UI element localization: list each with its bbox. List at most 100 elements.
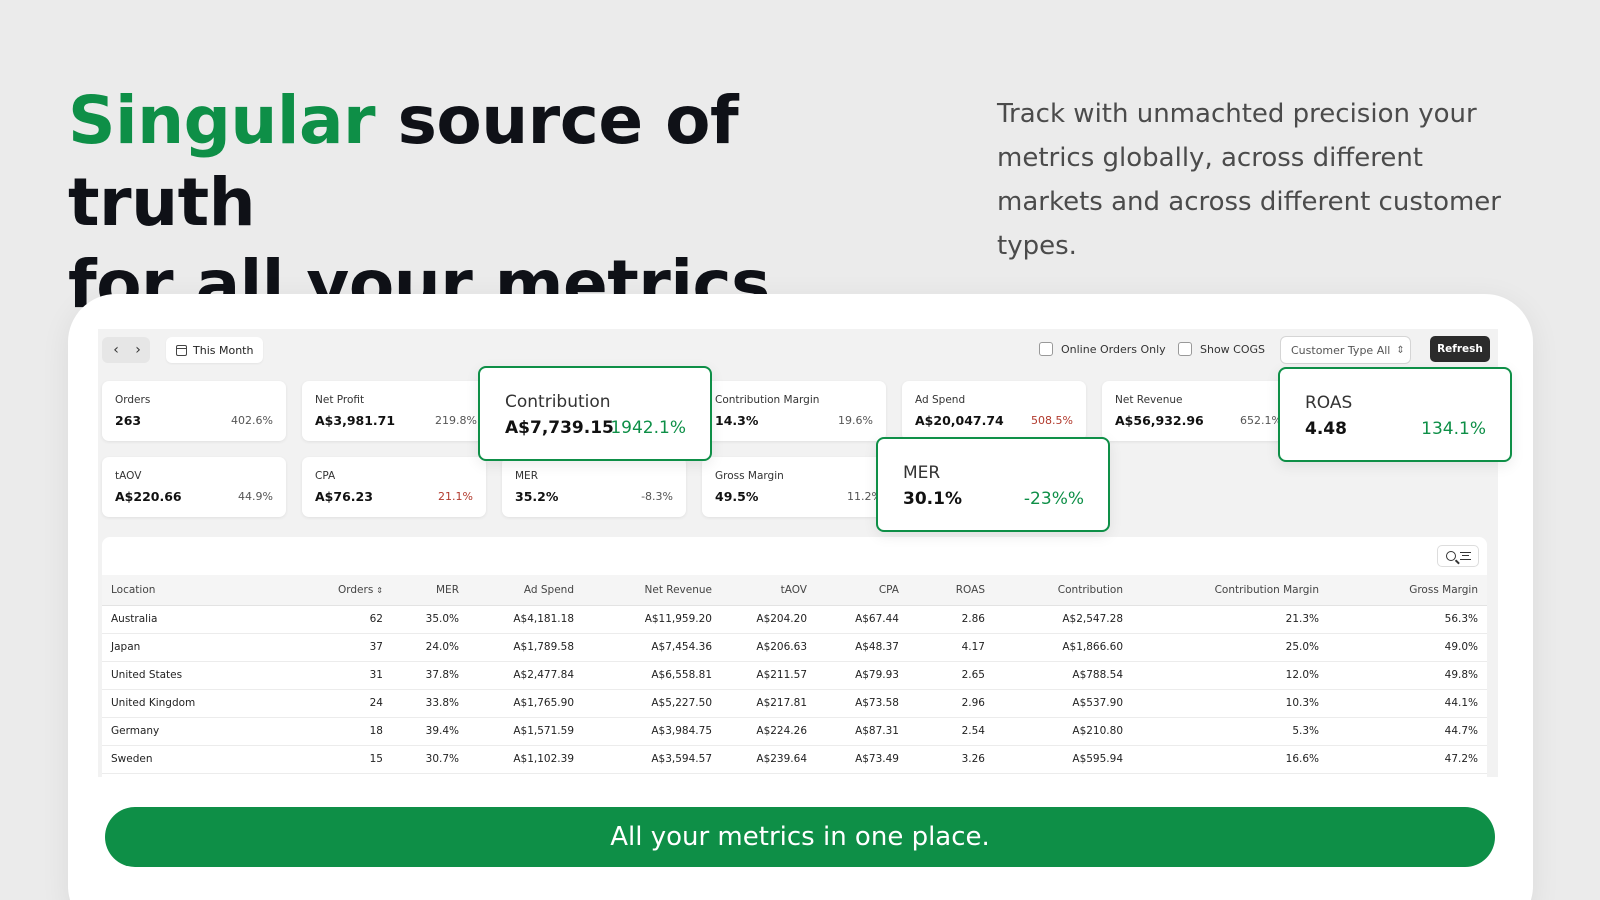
- metric-label: MER: [515, 470, 538, 482]
- column-header-contribution[interactable]: Contribution: [994, 575, 1132, 606]
- table-cell: A$6,558.81: [583, 661, 721, 690]
- column-header-cpa[interactable]: CPA: [816, 575, 908, 606]
- table-cell: 44.1%: [1328, 689, 1487, 718]
- column-header-location[interactable]: Location: [102, 575, 282, 606]
- table-cell: 4.17: [908, 633, 994, 662]
- table-row[interactable]: Australia 62 35.0% A$4,181.18 A$11,959.20 A$2…: [102, 605, 1487, 634]
- table-cell: 33.8%: [392, 689, 468, 718]
- table-search-filter-button[interactable]: [1437, 545, 1479, 567]
- metric-value: A$76.23: [315, 489, 373, 504]
- column-header-orders-label: Orders: [337, 583, 374, 596]
- table-cell: 5.3%: [1132, 717, 1328, 746]
- table-cell: A$204.20: [721, 605, 816, 634]
- column-header-roas[interactable]: ROAS: [908, 575, 994, 606]
- online-orders-toggle[interactable]: Online Orders Only: [1039, 342, 1166, 356]
- metric-delta: 652.1%: [1240, 414, 1282, 427]
- column-header-contribution-margin[interactable]: Contribution Margin: [1132, 575, 1328, 606]
- table-cell: Germany: [102, 717, 282, 746]
- refresh-button[interactable]: Refresh: [1430, 336, 1490, 362]
- column-header-net-revenue[interactable]: Net Revenue: [583, 575, 721, 606]
- table-cell: 25.0%: [1132, 633, 1328, 662]
- table-cell: A$7,454.36: [583, 633, 721, 662]
- highlight-delta: 1942.1%: [610, 418, 686, 438]
- online-orders-label: Online Orders Only: [1061, 342, 1166, 356]
- table-cell: 49.8%: [1328, 661, 1487, 690]
- calendar-icon: [176, 344, 187, 356]
- column-header-orders[interactable]: Orders ⇕: [282, 575, 392, 606]
- highlight-value: 4.48: [1305, 419, 1347, 439]
- prev-period-button[interactable]: ‹: [104, 339, 128, 361]
- table-cell: A$239.64: [721, 745, 816, 774]
- table-cell: A$2,547.28: [994, 605, 1132, 634]
- table-cell: 30.7%: [392, 745, 468, 774]
- table-cell: United States: [102, 661, 282, 690]
- highlight-label: MER: [903, 463, 941, 483]
- table-row[interactable]: Japan 37 24.0% A$1,789.58 A$7,454.36 A$206.63…: [102, 633, 1487, 662]
- show-cogs-checkbox[interactable]: [1178, 342, 1192, 356]
- filter-icon: [1459, 552, 1471, 560]
- date-range-button[interactable]: This Month: [166, 337, 264, 363]
- metric-value: A$56,932.96: [1115, 413, 1204, 428]
- highlight-label: ROAS: [1305, 393, 1353, 413]
- metric-card-gross-margin[interactable]: Gross Margin 49.5% 11.2%: [702, 457, 886, 517]
- table-cell: A$11,959.20: [583, 605, 721, 634]
- table-row[interactable]: Sweden 15 30.7% A$1,102.39 A$3,594.57 A$239.6…: [102, 745, 1487, 774]
- table-cell: 47.2%: [1328, 745, 1487, 774]
- table-cell: A$206.63: [721, 633, 816, 662]
- metric-card-mer[interactable]: MER 35.2% -8.3%: [502, 457, 686, 517]
- table-cell: 16.6%: [1132, 745, 1328, 774]
- table-cell: A$1,765.90: [468, 689, 583, 718]
- table-cell: 62: [282, 605, 392, 634]
- metric-label: Net Profit: [315, 394, 365, 406]
- column-header-ad-spend[interactable]: Ad Spend: [468, 575, 583, 606]
- table-cell: Australia: [102, 605, 282, 634]
- table-cell: A$224.26: [721, 717, 816, 746]
- table-cell: A$3,984.75: [583, 717, 721, 746]
- chevron-left-icon: ‹: [113, 342, 119, 358]
- metric-label: Contribution Margin: [715, 394, 820, 406]
- online-orders-checkbox[interactable]: [1039, 342, 1053, 356]
- table-cell: A$1,789.58: [468, 633, 583, 662]
- next-period-button[interactable]: ›: [126, 339, 150, 361]
- table-cell: A$595.94: [994, 745, 1132, 774]
- table-cell: A$3,594.57: [583, 745, 721, 774]
- metric-value: A$3,981.71: [315, 413, 396, 428]
- table-cell: 44.7%: [1328, 717, 1487, 746]
- highlight-value: A$7,739.15: [505, 418, 614, 438]
- metric-label: tAOV: [115, 470, 142, 482]
- highlight-card-contribution[interactable]: Contribution A$7,739.15 1942.1%: [478, 366, 712, 461]
- table-cell: Japan: [102, 633, 282, 662]
- table-cell: 37.8%: [392, 661, 468, 690]
- highlight-card-mer[interactable]: MER 30.1% -23%%: [876, 437, 1110, 532]
- metric-card-net-profit[interactable]: Net Profit A$3,981.71 219.8%: [302, 381, 486, 441]
- table-cell: 2.86: [908, 605, 994, 634]
- metric-card-cpa[interactable]: CPA A$76.23 21.1%: [302, 457, 486, 517]
- metric-delta: 508.5%: [1031, 414, 1073, 427]
- table-cell: 37: [282, 633, 392, 662]
- column-header-taov[interactable]: tAOV: [721, 575, 816, 606]
- headline-accent: Singular: [68, 82, 376, 159]
- metric-card-net-revenue[interactable]: Net Revenue A$56,932.96 652.1%: [1102, 381, 1286, 441]
- metric-card-orders[interactable]: Orders 263 402.6%: [102, 381, 286, 441]
- metric-card-ad-spend[interactable]: Ad Spend A$20,047.74 508.5%: [902, 381, 1086, 441]
- highlight-delta: -23%%: [1023, 489, 1084, 509]
- column-header-gross-margin[interactable]: Gross Margin: [1328, 575, 1487, 606]
- table-cell: 24: [282, 689, 392, 718]
- table-body: Australia 62 35.0% A$4,181.18 A$11,959.20 A$2…: [102, 605, 1487, 774]
- table-cell: 21.3%: [1132, 605, 1328, 634]
- metric-label: Net Revenue: [1115, 394, 1183, 406]
- metric-card-taov[interactable]: tAOV A$220.66 44.9%: [102, 457, 286, 517]
- highlight-card-roas[interactable]: ROAS 4.48 134.1%: [1278, 367, 1512, 462]
- table-row[interactable]: United States 31 37.8% A$2,477.84 A$6,558.81…: [102, 661, 1487, 690]
- metric-card-contribution-margin[interactable]: Contribution Margin 14.3% 19.6%: [702, 381, 886, 441]
- show-cogs-toggle[interactable]: Show COGS: [1178, 342, 1265, 356]
- metric-label: CPA: [315, 470, 336, 482]
- table-row[interactable]: United Kingdom 24 33.8% A$1,765.90 A$5,227.5…: [102, 689, 1487, 718]
- table-row[interactable]: Germany 18 39.4% A$1,571.59 A$3,984.75 A$224.…: [102, 717, 1487, 746]
- customer-type-select[interactable]: Customer Type All ⇕: [1280, 336, 1411, 364]
- table-cell: A$1,866.60: [994, 633, 1132, 662]
- hero-subtext: Track with unmachted precision your metr…: [997, 99, 1501, 261]
- sort-icon: ⇕: [376, 585, 383, 595]
- table-cell: Sweden: [102, 745, 282, 774]
- column-header-mer[interactable]: MER: [392, 575, 468, 606]
